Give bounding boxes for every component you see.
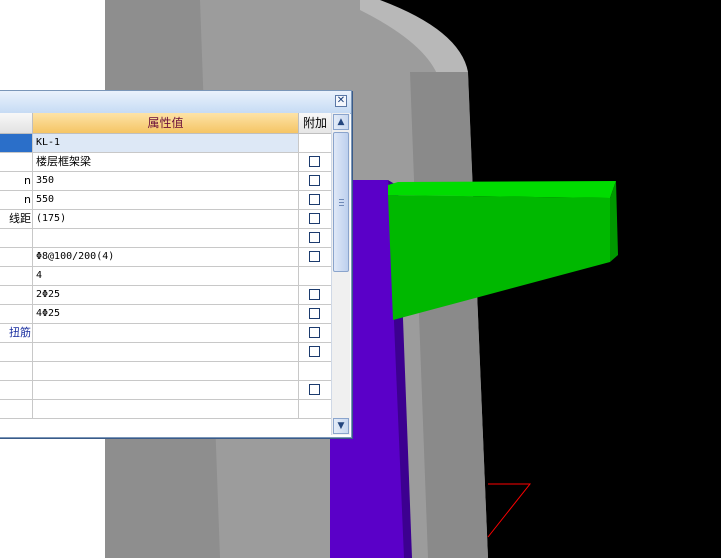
property-name — [0, 286, 33, 304]
property-value[interactable] — [33, 381, 299, 399]
grip-line — [339, 205, 344, 206]
attach-checkbox[interactable] — [309, 346, 320, 357]
scroll-up-icon[interactable]: ▲ — [333, 114, 349, 130]
scroll-thumb[interactable] — [333, 132, 349, 272]
property-value[interactable] — [33, 400, 299, 418]
property-value[interactable]: Φ8@100/200(4) — [33, 248, 299, 266]
property-name: 线距 — [0, 210, 33, 228]
property-value[interactable]: 楼层框架梁 — [33, 153, 299, 171]
property-value[interactable] — [33, 362, 299, 380]
property-name — [0, 153, 33, 171]
property-value[interactable]: 350 — [33, 172, 299, 190]
attach-cell — [299, 248, 331, 266]
property-row[interactable]: 2Φ25 — [0, 286, 331, 305]
attach-cell — [299, 362, 331, 380]
property-name — [0, 229, 33, 247]
property-value[interactable]: (175) — [33, 210, 299, 228]
property-value[interactable]: 2Φ25 — [33, 286, 299, 304]
attach-cell — [299, 134, 331, 152]
property-value[interactable]: 4Φ25 — [33, 305, 299, 323]
property-row[interactable]: n 550 — [0, 191, 331, 210]
property-name: n — [0, 172, 33, 190]
property-name — [0, 362, 33, 380]
property-row[interactable]: n 350 — [0, 172, 331, 191]
close-icon[interactable]: ✕ — [335, 95, 347, 107]
grip-line — [339, 202, 344, 203]
property-row[interactable] — [0, 400, 331, 419]
attach-checkbox[interactable] — [309, 251, 320, 262]
property-row[interactable]: 4Φ25 — [0, 305, 331, 324]
attach-checkbox[interactable] — [309, 175, 320, 186]
property-row[interactable]: 线距 (175) — [0, 210, 331, 229]
attach-cell — [299, 153, 331, 171]
property-value[interactable]: KL-1 — [33, 134, 299, 152]
header-attach[interactable]: 附加 — [299, 113, 331, 133]
property-value[interactable]: 4 — [33, 267, 299, 285]
property-row[interactable] — [0, 343, 331, 362]
property-row[interactable]: 楼层框架梁 — [0, 153, 331, 172]
attach-cell — [299, 267, 331, 285]
property-name: 扭筋 — [0, 324, 33, 342]
property-row[interactable]: Φ8@100/200(4) — [0, 248, 331, 267]
panel-titlebar[interactable]: ✕ — [0, 91, 351, 114]
property-name — [0, 381, 33, 399]
grip-line — [339, 199, 344, 200]
property-value[interactable]: 550 — [33, 191, 299, 209]
attach-cell — [299, 286, 331, 304]
attach-checkbox[interactable] — [309, 156, 320, 167]
attach-cell — [299, 343, 331, 361]
attach-checkbox[interactable] — [309, 194, 320, 205]
property-row[interactable] — [0, 362, 331, 381]
property-row[interactable]: 4 — [0, 267, 331, 286]
property-name — [0, 267, 33, 285]
scroll-down-icon[interactable]: ▼ — [333, 418, 349, 434]
property-value[interactable] — [33, 324, 299, 342]
property-name — [0, 305, 33, 323]
grid-body: KL-1 楼层框架梁 n 350 n 550 线距 (175) Φ8@100/200(4) 4 2Φ… — [0, 134, 331, 419]
property-value[interactable] — [33, 343, 299, 361]
attach-cell — [299, 229, 331, 247]
attach-checkbox[interactable] — [309, 232, 320, 243]
header-value[interactable]: 属性值 — [33, 113, 299, 133]
property-row[interactable] — [0, 229, 331, 248]
property-grid: 属性值 附加 KL-1 楼层框架梁 n 350 n 550 线距 (175) Φ8@100/20… — [0, 113, 331, 419]
property-name — [0, 400, 33, 418]
attach-checkbox[interactable] — [309, 213, 320, 224]
beam-top-face — [388, 181, 616, 198]
attach-cell — [299, 324, 331, 342]
attach-checkbox[interactable] — [309, 308, 320, 319]
property-row[interactable]: 扭筋 — [0, 324, 331, 343]
attach-cell — [299, 400, 331, 418]
attach-cell — [299, 381, 331, 399]
attach-cell — [299, 210, 331, 228]
property-name: n — [0, 191, 33, 209]
property-name — [0, 343, 33, 361]
header-name — [0, 113, 33, 133]
grid-header-row: 属性值 附加 — [0, 113, 331, 134]
attach-checkbox[interactable] — [309, 327, 320, 338]
property-row[interactable]: KL-1 — [0, 134, 331, 153]
attach-checkbox[interactable] — [309, 384, 320, 395]
property-row[interactable] — [0, 381, 331, 400]
attach-cell — [299, 305, 331, 323]
property-name — [0, 134, 33, 152]
property-name — [0, 248, 33, 266]
property-value[interactable] — [33, 229, 299, 247]
attach-checkbox[interactable] — [309, 289, 320, 300]
property-panel[interactable]: ✕ 属性值 附加 KL-1 楼层框架梁 n 350 n 550 线距 (175) Φ8@100/… — [0, 90, 352, 438]
attach-cell — [299, 172, 331, 190]
vertical-scrollbar[interactable]: ▲ ▼ — [331, 113, 350, 435]
attach-cell — [299, 191, 331, 209]
